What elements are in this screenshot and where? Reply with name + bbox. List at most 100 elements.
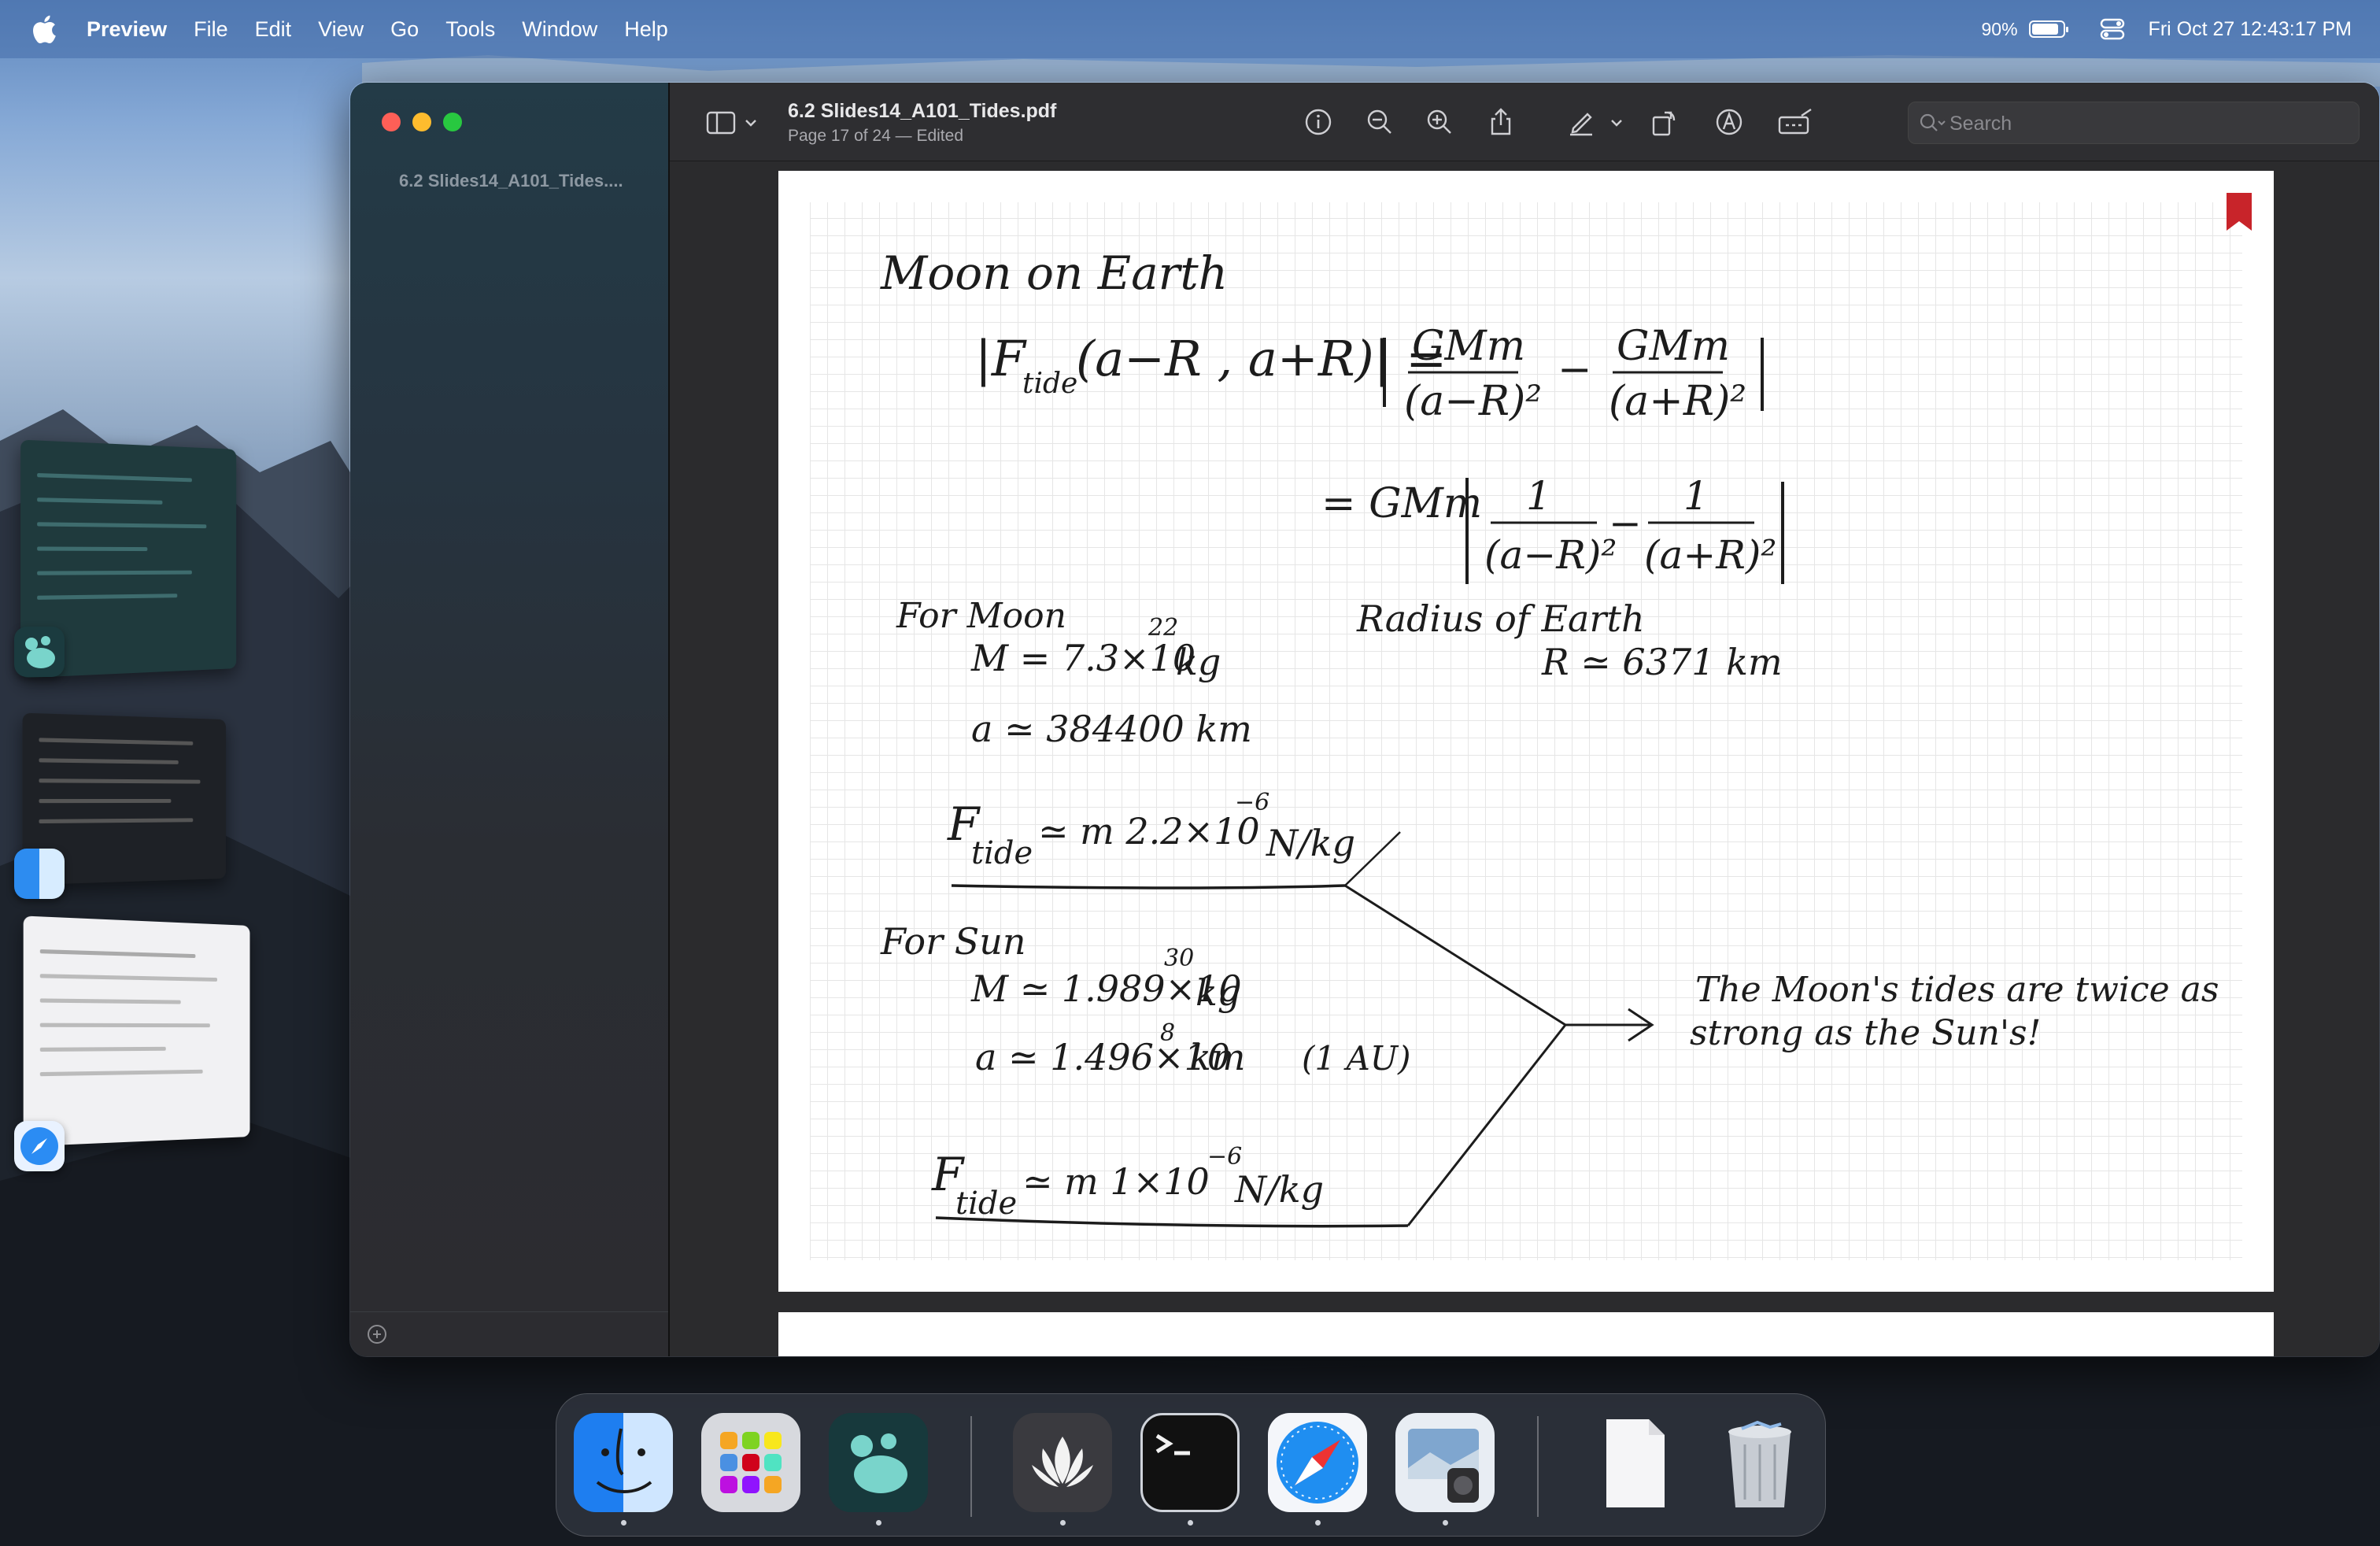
control-center-icon[interactable] xyxy=(2100,18,2125,40)
moon-label: For Moon xyxy=(896,596,1066,636)
mastodon-stage-icon[interactable] xyxy=(14,627,65,677)
document-subtitle: Page 17 of 24 — Edited xyxy=(788,127,963,145)
minimize-button[interactable] xyxy=(412,113,431,131)
add-page-icon[interactable] xyxy=(366,1323,388,1345)
conclusion-line-1: The Moon's tides are twice as xyxy=(1695,970,2219,1010)
menu-help[interactable]: Help xyxy=(624,17,668,42)
lotus-icon xyxy=(1032,1437,1093,1487)
pdf-page[interactable]: Moon on Earth |F tide (a−R , a+R)| = GMm… xyxy=(778,171,2274,1292)
sun-mass-unit: kg xyxy=(1196,971,1240,1014)
rotate-icon[interactable] xyxy=(1647,106,1679,138)
menu-app-name[interactable]: Preview xyxy=(87,17,167,42)
eq2-term2-denominator: (a+R)² xyxy=(1644,532,1776,578)
sun-ftide-subscript: tide xyxy=(955,1185,1017,1222)
document-area: 6.2 Slides14_A101_Tides.pdf Page 17 of 2… xyxy=(670,83,2379,1356)
search-input[interactable] xyxy=(1949,109,2343,139)
search-icon xyxy=(1920,113,1946,131)
safari-running-indicator xyxy=(1315,1520,1321,1526)
dock-mastodon[interactable] xyxy=(829,1413,928,1512)
sun-distance-note: (1 AU) xyxy=(1302,1039,1411,1078)
stage-manager-window-3[interactable] xyxy=(23,915,250,1147)
eq1-term1-numerator: GMm xyxy=(1412,323,1525,370)
dock-launchpad[interactable] xyxy=(701,1413,800,1512)
sun-ftide-unit: N/kg xyxy=(1234,1168,1324,1211)
eq1-sub: tide xyxy=(1022,368,1077,400)
annotate-icon[interactable] xyxy=(1713,106,1745,138)
sun-label: For Sun xyxy=(880,920,1026,963)
menu-edit[interactable]: Edit xyxy=(255,17,292,42)
dock-document[interactable] xyxy=(1584,1413,1683,1512)
safari-icon xyxy=(1277,1422,1358,1503)
menu-file[interactable]: File xyxy=(194,17,228,42)
eq2-prefix: = GMm xyxy=(1321,480,1482,527)
preview-icon xyxy=(1408,1429,1479,1503)
mastodon-running-indicator xyxy=(876,1520,881,1526)
preview-window: 6.2 Slides14_A101_Tides.... 6.2 Slides14… xyxy=(349,82,2380,1357)
dock-separator xyxy=(970,1416,972,1517)
moon-ftide-exponent: −6 xyxy=(1235,789,1269,816)
mastodon-icon xyxy=(851,1433,907,1493)
markup-pen-icon[interactable] xyxy=(1565,106,1597,138)
markup-chevron-down-icon[interactable] xyxy=(1608,106,1625,138)
eq1-lhs: |F xyxy=(975,330,1027,387)
sidebar-document-label[interactable]: 6.2 Slides14_A101_Tides.... xyxy=(399,171,623,191)
eq1-term2-denominator: (a+R)² xyxy=(1609,378,1746,425)
dock-finder[interactable] xyxy=(574,1413,673,1512)
dock-separator-2 xyxy=(1537,1416,1539,1517)
terminal-running-indicator xyxy=(1188,1520,1193,1526)
finder-icon xyxy=(596,1428,652,1493)
sun-distance-exponent: 8 xyxy=(1160,1019,1175,1047)
eq2-term1-numerator: 1 xyxy=(1526,473,1551,519)
sun-ftide-value: ≃ m 1×10 xyxy=(1022,1160,1210,1203)
dock-lotus[interactable] xyxy=(1013,1413,1112,1512)
earth-radius-value: R ≃ 6371 km xyxy=(1541,641,1783,683)
eq2-term1-denominator: (a−R)² xyxy=(1484,532,1617,578)
moon-mass: M = 7.3×10 xyxy=(970,637,1196,679)
eq2-term2-numerator: 1 xyxy=(1683,473,1709,519)
menu-tools[interactable]: Tools xyxy=(445,17,495,42)
battery-percent: 90% xyxy=(1981,18,2018,39)
finder-stage-icon[interactable] xyxy=(14,849,65,899)
dock-safari[interactable] xyxy=(1268,1413,1367,1512)
zoom-button[interactable] xyxy=(443,113,462,131)
terminal-icon xyxy=(1155,1433,1190,1455)
search-field[interactable] xyxy=(1908,102,2360,144)
dock-terminal[interactable] xyxy=(1140,1413,1240,1512)
lotus-running-indicator xyxy=(1060,1520,1066,1526)
document-title: 6.2 Slides14_A101_Tides.pdf xyxy=(788,100,1057,122)
menu-window[interactable]: Window xyxy=(522,17,597,42)
zoom-in-icon[interactable] xyxy=(1424,106,1455,138)
battery-icon[interactable] xyxy=(2028,20,2068,38)
next-pdf-page[interactable] xyxy=(778,1312,2274,1356)
dock-trash[interactable] xyxy=(1710,1413,1809,1512)
safari-stage-icon[interactable] xyxy=(14,1121,65,1171)
moon-mass-exponent: 22 xyxy=(1148,614,1178,642)
share-icon[interactable] xyxy=(1485,106,1517,138)
notes-heading: Moon on Earth xyxy=(880,246,1228,300)
info-icon[interactable] xyxy=(1303,106,1334,138)
document-icon xyxy=(1606,1419,1665,1507)
apple-menu-icon[interactable] xyxy=(28,12,63,46)
zoom-out-icon[interactable] xyxy=(1364,106,1395,138)
sidebar-toggle-icon[interactable] xyxy=(704,106,739,138)
bookmark-icon[interactable] xyxy=(2227,193,2252,231)
eq1-minus: − xyxy=(1558,346,1592,394)
menu-bar: Preview File Edit View Go Tools Window H… xyxy=(0,0,2380,58)
chevron-down-icon[interactable] xyxy=(742,106,759,138)
sun-ftide-exponent: −6 xyxy=(1207,1143,1242,1171)
conclusion-line-2: strong as the Sun's! xyxy=(1690,1013,2041,1053)
menubar-clock[interactable]: Fri Oct 27 12:43:17 PM xyxy=(2149,18,2352,41)
eq1-term1-denominator: (a−R)² xyxy=(1404,378,1542,425)
eq2-minus: − xyxy=(1609,501,1642,546)
thumbnail-sidebar: 6.2 Slides14_A101_Tides.... xyxy=(350,83,670,1356)
menu-view[interactable]: View xyxy=(318,17,364,42)
close-button[interactable] xyxy=(382,113,401,131)
redact-icon[interactable] xyxy=(1776,106,1814,138)
menu-go[interactable]: Go xyxy=(390,17,419,42)
dock-preview[interactable] xyxy=(1395,1413,1495,1512)
handwritten-notes: Moon on Earth |F tide (a−R , a+R)| = GMm… xyxy=(880,246,2219,1228)
moon-mass-unit: kg xyxy=(1176,641,1221,683)
moon-distance: a ≃ 384400 km xyxy=(971,708,1252,750)
preview-running-indicator xyxy=(1443,1520,1448,1526)
sun-mass-exponent: 30 xyxy=(1164,945,1194,972)
